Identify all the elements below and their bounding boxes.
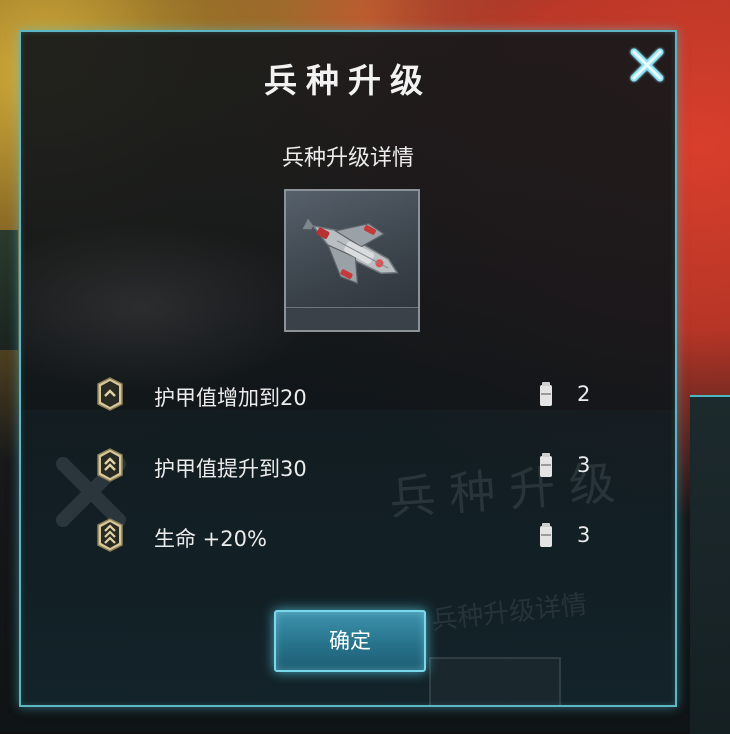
dialog-subtitle: 兵种升级详情	[281, 146, 414, 171]
upgrade-row: 护甲值提升到30 3	[21, 445, 675, 485]
resource-cylinder-icon	[540, 523, 552, 547]
background-panel-edge	[690, 395, 730, 734]
unit-upgrade-dialog: 兵种升级 兵种升级详情 兵种升级 兵种升级详情 护甲值增加到20 2 护甲值提升…	[19, 30, 677, 707]
rank-chevron-1-icon	[97, 377, 123, 411]
upgrade-label: 生命 +20%	[154, 527, 267, 551]
confirm-button[interactable]: 确定	[274, 610, 426, 672]
upgrade-row: 护甲值增加到20 2	[21, 374, 675, 414]
ghost-vehicle-silhouette	[21, 222, 321, 392]
rank-chevron-2-icon	[97, 448, 123, 482]
ghost-background-layer: 兵种升级 兵种升级详情	[21, 32, 675, 705]
resource-cylinder-icon	[540, 453, 552, 477]
close-icon[interactable]	[626, 44, 668, 86]
upgrade-cost: 3	[577, 453, 591, 477]
rank-chevron-3-icon	[97, 518, 123, 552]
dialog-title: 兵种升级	[264, 61, 432, 100]
unit-card-footer	[286, 307, 418, 330]
upgrade-cost: 3	[577, 523, 591, 547]
unit-card	[284, 189, 420, 332]
upgrade-cost: 2	[577, 382, 591, 406]
resource-cylinder-icon	[540, 382, 552, 406]
upgrade-row: 生命 +20% 3	[21, 515, 675, 555]
background-side-element	[0, 230, 18, 350]
upgrade-label: 护甲值增加到20	[154, 386, 307, 410]
ghost-unit-card	[429, 657, 561, 705]
upgrade-label: 护甲值提升到30	[154, 457, 307, 481]
ghost-subtitle-text: 兵种升级详情	[430, 589, 589, 637]
starship-unit-image	[302, 218, 399, 285]
